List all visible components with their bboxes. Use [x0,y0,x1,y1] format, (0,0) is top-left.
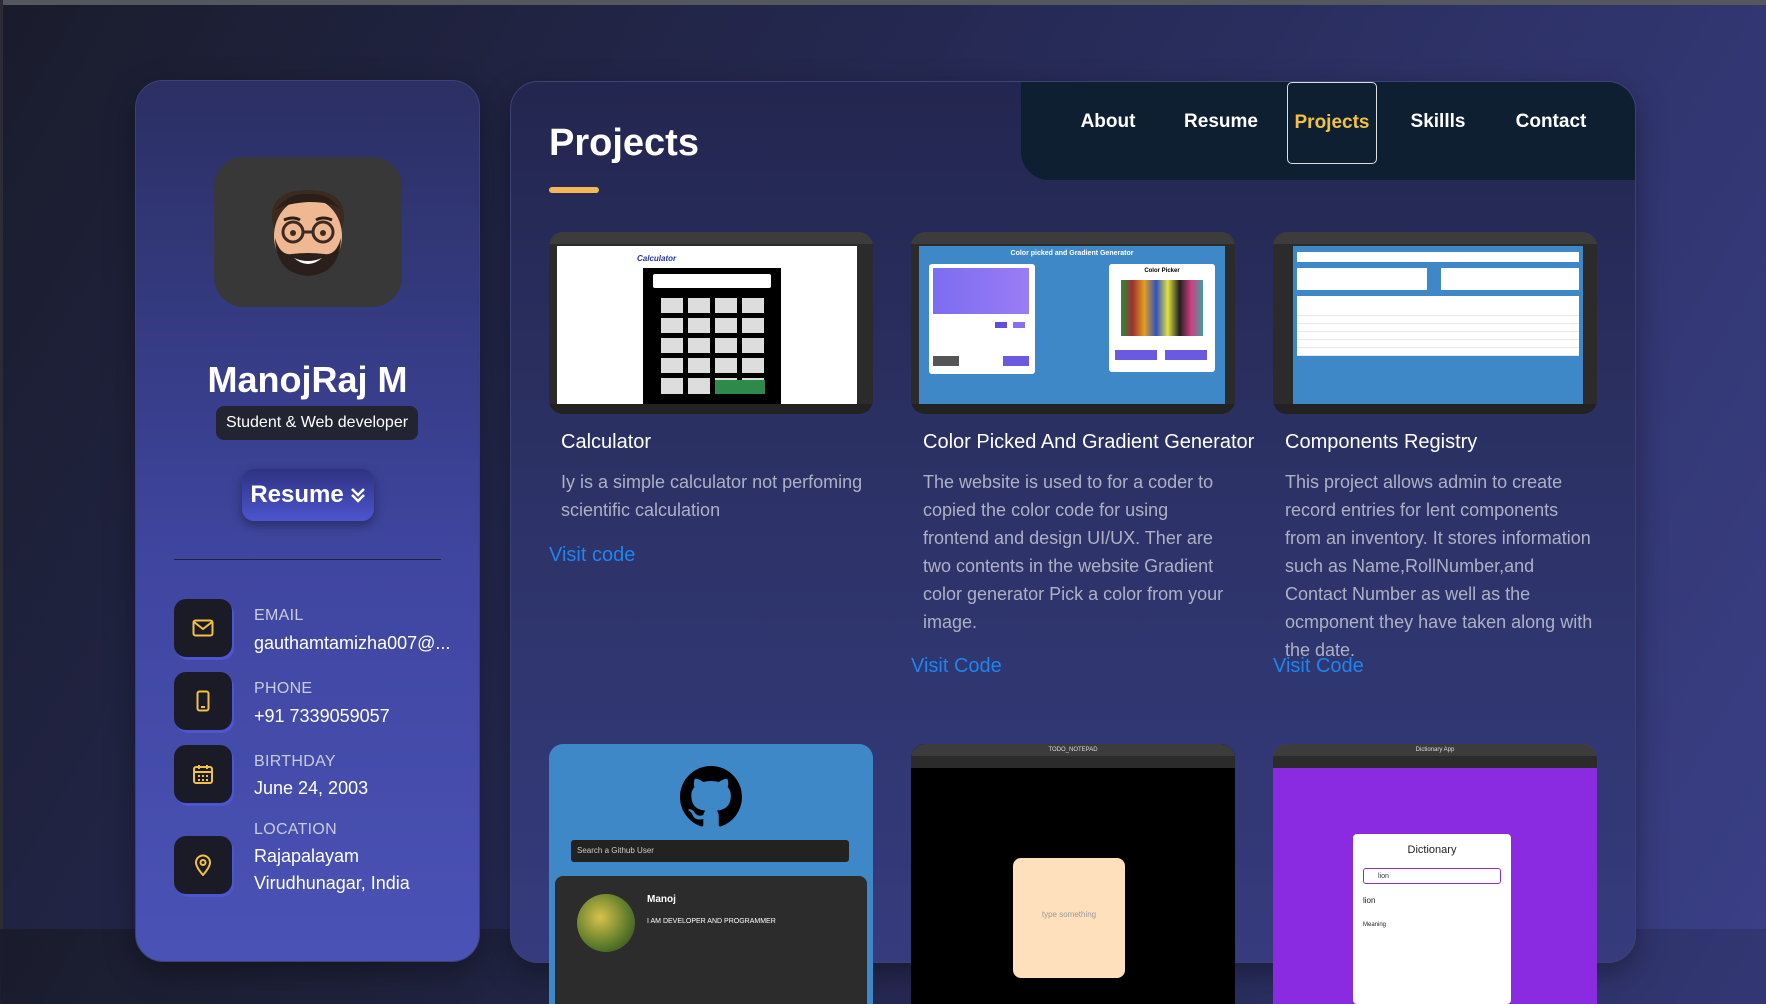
phone-value[interactable]: +91 7339059057 [254,706,390,727]
project-description: This project allows admin to create reco… [1285,472,1593,660]
thumbnail-color-subheading: Color Picker [1144,268,1180,274]
resume-button-label: Resume [250,481,344,508]
email-icon-box [174,599,232,657]
project-thumbnail-github-finder[interactable]: Search a Github User Manoj I AM DEVELOPE… [549,744,873,1004]
title-underline [549,187,599,193]
page-title: Projects [549,122,699,164]
project-thumbnail[interactable]: Color picked and Gradient Generator Colo… [911,232,1235,414]
top-navbar: About Resume Projects Skillls Contact [1021,82,1635,180]
project-description: Iy is a simple calculator not perfoming … [561,472,863,520]
profile-title-badge: Student & Web developer [216,406,419,440]
thumbnail-calc-heading: Calculator [637,254,677,263]
nav-contact[interactable]: Contact [1511,82,1591,162]
mail-icon [192,619,214,637]
thumbnail-color-heading: Color picked and Gradient Generator [1010,250,1134,257]
resume-download-button[interactable]: Resume [242,469,374,521]
dictionary-tab-title: Dictionary App [1273,744,1597,756]
birthday-icon-box [174,745,232,803]
nav-projects[interactable]: Projects [1287,82,1377,164]
github-user-bio: I AM DEVELOPER AND PROGRAMMER [647,918,776,925]
github-search-input: Search a Github User [571,840,849,862]
nav-skills[interactable]: Skillls [1401,82,1475,162]
phone-icon-box [174,672,232,730]
location-value-line2: Virudhunagar, India [254,873,410,893]
github-user-name: Manoj [647,894,676,905]
location-pin-icon [194,854,212,876]
visit-code-link[interactable]: Visit code [549,544,635,567]
dictionary-card: Dictionary lion lion Meaning [1353,834,1511,1004]
profile-name: ManojRaj M [207,359,408,400]
birthday-label: BIRTHDAY [254,753,336,770]
project-title: Components Registry [1285,431,1478,453]
visit-code-link[interactable]: Visit Code [1273,655,1364,678]
github-user-card: Manoj I AM DEVELOPER AND PROGRAMMER [555,876,867,1004]
project-thumbnail-dictionary[interactable]: Dictionary App Dictionary lion lion Mean… [1273,744,1597,1004]
dictionary-result-label: Meaning [1363,922,1387,928]
double-chevron-down-icon [350,488,365,503]
project-description: The website is used to for a coder to co… [923,472,1224,632]
sidebar-separator [174,559,441,560]
project-thumbnail[interactable]: Calculator [549,232,873,414]
birthday-value: June 24, 2003 [254,778,369,798]
todo-note-card: type something [1013,858,1125,978]
email-value[interactable]: gauthamtamizha007@... [254,633,450,654]
projects-panel: About Resume Projects Skillls Contact Pr… [510,81,1636,1004]
dictionary-heading: Dictionary [1407,844,1457,856]
calendar-icon [193,765,213,784]
phone-icon [196,690,210,712]
avatar [214,157,402,307]
email-label: EMAIL [254,607,304,624]
todo-tab-title: TODO_NOTEPAD [911,744,1235,756]
project-title: Calculator [561,431,652,453]
nav-about[interactable]: About [1073,82,1143,162]
location-value-line1: Rajapalayam [254,846,360,866]
location-label: LOCATION [254,821,338,838]
todo-note-placeholder: type something [1041,910,1097,919]
memoji-avatar-icon [271,190,345,276]
github-icon [680,766,742,827]
window-left-border [0,0,3,929]
visit-code-link[interactable]: Visit Code [911,655,1002,678]
location-icon-box [174,836,232,894]
project-title: Color Picked And Gradient Generator [923,431,1255,453]
dictionary-search-input: lion [1363,868,1501,884]
project-thumbnail-todo-notepad[interactable]: TODO_NOTEPAD type something [911,744,1235,1004]
nav-resume[interactable]: Resume [1179,82,1263,162]
phone-label: PHONE [254,680,313,697]
project-thumbnail[interactable] [1273,232,1597,414]
dictionary-result-word: lion [1363,896,1376,905]
window-top-border [0,0,1766,5]
profile-sidebar: ManojRaj M Student & Web developer Resum… [135,80,480,962]
